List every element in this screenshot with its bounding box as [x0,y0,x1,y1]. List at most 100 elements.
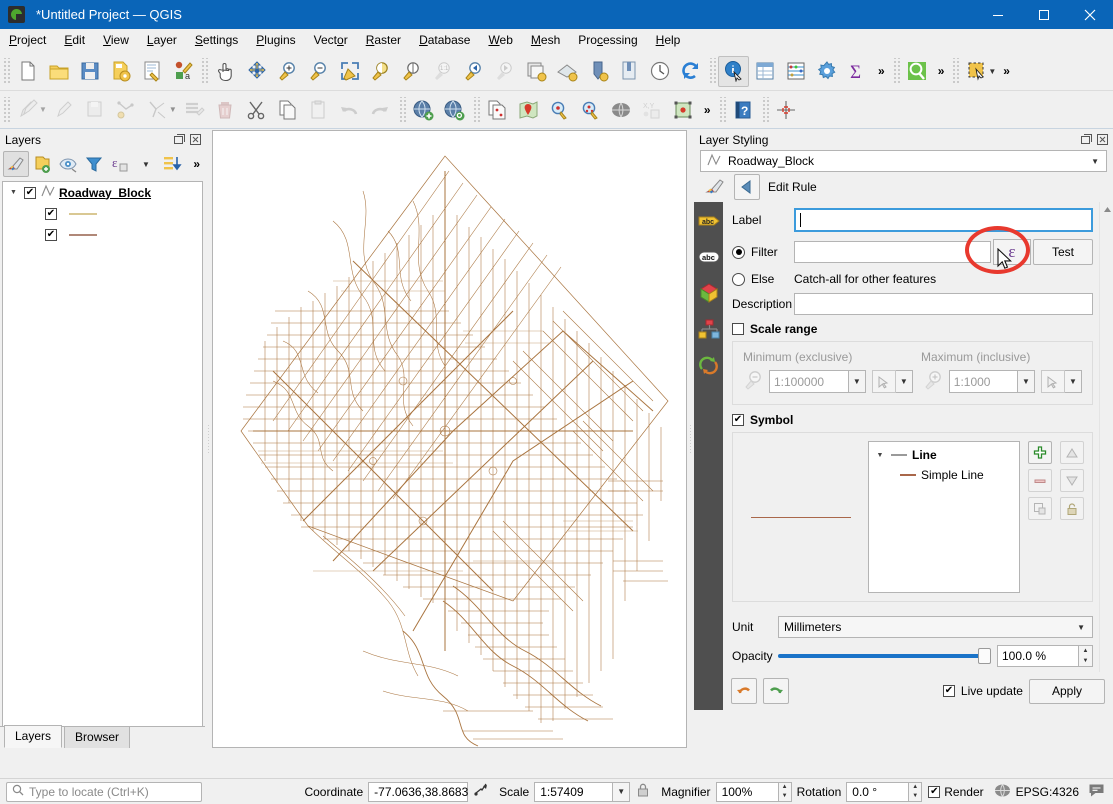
tab-layers[interactable]: Layers [4,725,62,748]
masks-tab-icon[interactable] [698,318,720,340]
chevron-down-icon[interactable]: ▼ [874,452,886,459]
menu-raster[interactable]: Raster [357,30,410,50]
coordinate-field[interactable]: -77.0636,38.8683 [368,782,468,802]
map-canvas[interactable] [212,130,687,748]
test-button[interactable]: Test [1033,239,1093,265]
layer-symbol-row[interactable]: ✔ [3,203,202,224]
redo-icon[interactable] [763,678,789,704]
new-print-layout-icon[interactable] [582,56,613,87]
symbol-visibility-checkbox[interactable]: ✔ [45,208,57,220]
maximize-button[interactable] [1021,0,1067,29]
menu-settings[interactable]: Settings [186,30,247,50]
open-project-icon[interactable] [43,56,74,87]
live-update-checkbox[interactable]: ✔ [943,685,955,697]
magnifier-stepper[interactable]: ▲▼ [779,782,792,802]
set-from-canvas-icon[interactable] [872,370,896,393]
toolbar-grip[interactable] [2,58,10,84]
opacity-slider[interactable] [778,654,997,658]
live-update-row[interactable]: ✔ Live update [943,684,1023,698]
render-checkbox[interactable]: ✔ [928,786,940,798]
menu-project[interactable]: Project [0,30,55,50]
opacity-stepper[interactable]: ▲▼ [1079,645,1093,667]
select-features-icon[interactable] [902,56,933,87]
toolbar-grip[interactable] [892,58,900,84]
filter-input[interactable] [794,241,991,263]
add-symbol-layer-icon[interactable] [1028,441,1052,464]
help-contents-icon[interactable]: ? [728,94,759,125]
new-project-icon[interactable] [12,56,43,87]
crs-value[interactable]: EPSG:4326 [1016,785,1079,799]
toolbar-grip[interactable] [472,97,480,123]
layer-tree-item-roadway-block[interactable]: ▼ ✔ Roadway_Block [3,182,202,203]
geometry-checker-icon[interactable] [668,94,699,125]
left-splitter[interactable] [205,130,212,748]
zoom-to-selection-icon[interactable] [365,56,396,87]
identify-features-icon[interactable] [718,56,749,87]
layer-visibility-checkbox[interactable]: ✔ [24,187,36,199]
toolbar-grip[interactable] [761,97,769,123]
filter-legend-icon[interactable] [81,151,107,177]
toolbar-overflow-3[interactable]: » [699,103,716,117]
scroll-up-arrow-icon[interactable] [1100,202,1113,216]
rotation-field[interactable]: 0.0 ° [846,782,909,802]
layer-symbol-row[interactable]: ✔ [3,224,202,245]
toolbar-grip[interactable] [398,97,406,123]
expression-dropdown-icon[interactable]: ▼ [133,151,159,177]
add-wms-layer-icon[interactable] [408,94,439,125]
scale-max-canvas-dropdown-icon[interactable]: ▼ [1065,370,1082,393]
toolbar-overflow-1[interactable]: » [873,64,890,78]
apply-button[interactable]: Apply [1029,679,1105,704]
zoom-in-icon[interactable] [272,56,303,87]
save-project-as-icon[interactable] [105,56,136,87]
tab-browser[interactable]: Browser [64,726,130,748]
coordinate-capture-icon[interactable] [544,94,575,125]
menu-layer[interactable]: Layer [138,30,186,50]
diagrams-tab-icon[interactable]: abc [698,246,720,268]
close-button[interactable] [1067,0,1113,29]
layer-selector-combo[interactable]: Roadway_Block ▼ [700,150,1107,172]
description-input[interactable] [794,293,1093,315]
zoom-to-layer-icon[interactable] [396,56,427,87]
toolbar-grip[interactable] [2,97,10,123]
right-splitter[interactable] [687,130,694,748]
pan-to-selection-icon[interactable] [241,56,272,87]
crs-globe-icon[interactable] [994,782,1011,802]
toolbar-grip[interactable] [718,97,726,123]
symbol-visibility-checkbox[interactable]: ✔ [45,229,57,241]
scale-range-checkbox[interactable] [732,323,744,335]
symbol-checkbox[interactable]: ✔ [732,414,744,426]
history-tab-icon[interactable] [698,354,720,376]
symbol-layer-tree[interactable]: ▼ Line Simple Line [868,441,1020,593]
lock-scale-icon[interactable] [636,782,650,801]
opacity-slider-handle[interactable] [978,648,991,664]
select-overflow[interactable]: » [933,64,950,78]
symbol-tree-row-simple-line[interactable]: Simple Line [869,465,1019,485]
layout-manager-icon[interactable] [613,56,644,87]
metasearch-icon[interactable] [439,94,470,125]
refresh-icon[interactable] [675,56,706,87]
menu-database[interactable]: Database [410,30,479,50]
dock-close-icon[interactable] [189,133,202,146]
menu-edit[interactable]: Edit [55,30,94,50]
style-manager-icon[interactable]: a [167,56,198,87]
zoom-out-icon[interactable] [303,56,334,87]
minimize-button[interactable] [975,0,1021,29]
scale-min-input[interactable]: 1:100000 [769,370,849,393]
back-arrow-icon[interactable] [734,174,760,200]
pan-map-icon[interactable] [210,56,241,87]
chevron-down-icon[interactable]: ▼ [1086,157,1104,166]
cut-features-icon[interactable] [241,94,272,125]
toolbar-grip[interactable] [951,58,959,84]
render-toggle[interactable]: ✔ Render [928,785,983,799]
opacity-input[interactable]: 100.0 % [997,645,1079,667]
deselect-dropdown-icon[interactable]: ▼ [988,67,996,76]
layers-tree[interactable]: ▼ ✔ Roadway_Block ✔ ✔ [2,181,203,726]
manage-map-themes-icon[interactable] [55,151,81,177]
add-group-icon[interactable] [29,151,55,177]
menu-processing[interactable]: Processing [569,30,646,50]
unit-combo[interactable]: Millimeters ▼ [778,616,1093,638]
labels-tab-icon[interactable]: abc [698,210,720,232]
open-layer-styling-panel-icon[interactable] [3,151,29,177]
toolbar-grip[interactable] [200,58,208,84]
undo-icon[interactable] [731,678,757,704]
